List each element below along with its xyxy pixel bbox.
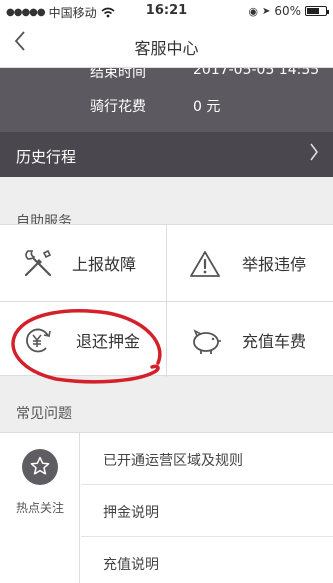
report-fault-button[interactable]: 上报故障 xyxy=(0,225,166,301)
page-title: 客服中心 xyxy=(134,39,199,58)
location-arrow-icon: ➤ xyxy=(261,5,271,17)
faq-title: 常见问题 xyxy=(16,406,72,422)
chevron-right-icon xyxy=(309,142,319,167)
end-time-label: 结束时间 xyxy=(90,68,146,81)
status-bar: ●●●●● 中国移动 16:21 ◉ ➤ 60% xyxy=(0,0,333,22)
ride-summary-panel: 结束时间 2017-05-05 14:55 骑行花费 0 元 xyxy=(0,68,333,132)
annotation-circle xyxy=(11,309,162,384)
end-time-value: 2017-05-05 14:55 xyxy=(193,68,320,78)
status-right: ◉ ➤ 60% xyxy=(248,4,329,18)
history-label: 历史行程 xyxy=(16,148,77,166)
faq-section: 热点关注 已开通运营区域及规则 押金说明 充值说明 xyxy=(0,432,333,583)
star-icon xyxy=(22,449,58,485)
tools-icon xyxy=(24,249,52,277)
battery-fill xyxy=(307,8,319,14)
top-up-button[interactable]: 充值车费 xyxy=(167,302,333,378)
faq-item[interactable]: 已开通运营区域及规则 xyxy=(81,433,333,485)
faq-item[interactable]: 押金说明 xyxy=(81,485,333,537)
top-up-label: 充值车费 xyxy=(242,332,307,351)
battery-percent: 60% xyxy=(274,4,301,18)
faq-item-label: 押金说明 xyxy=(103,505,159,521)
cost-row: 骑行花费 0 元 xyxy=(0,96,333,118)
report-parking-label: 举报违停 xyxy=(242,255,307,274)
warning-icon xyxy=(190,251,220,277)
battery-icon xyxy=(305,6,329,16)
hot-topics-label: 热点关注 xyxy=(15,501,64,515)
hot-topics-column: 热点关注 xyxy=(0,433,80,583)
cost-label: 骑行花费 xyxy=(90,99,146,115)
report-fault-label: 上报故障 xyxy=(72,255,137,274)
nav-bar: 客服中心 xyxy=(0,22,333,68)
rotation-lock-icon: ◉ xyxy=(248,4,258,18)
cost-value: 0 元 xyxy=(193,99,221,115)
piggy-bank-icon xyxy=(193,329,221,354)
end-time-row: 结束时间 2017-05-05 14:55 xyxy=(0,68,333,84)
history-row[interactable]: 历史行程 xyxy=(0,132,333,177)
faq-item[interactable]: 充值说明 xyxy=(81,537,333,583)
faq-item-label: 充值说明 xyxy=(103,557,159,573)
faq-item-label: 已开通运营区域及规则 xyxy=(103,453,243,469)
report-parking-button[interactable]: 举报违停 xyxy=(167,225,333,301)
